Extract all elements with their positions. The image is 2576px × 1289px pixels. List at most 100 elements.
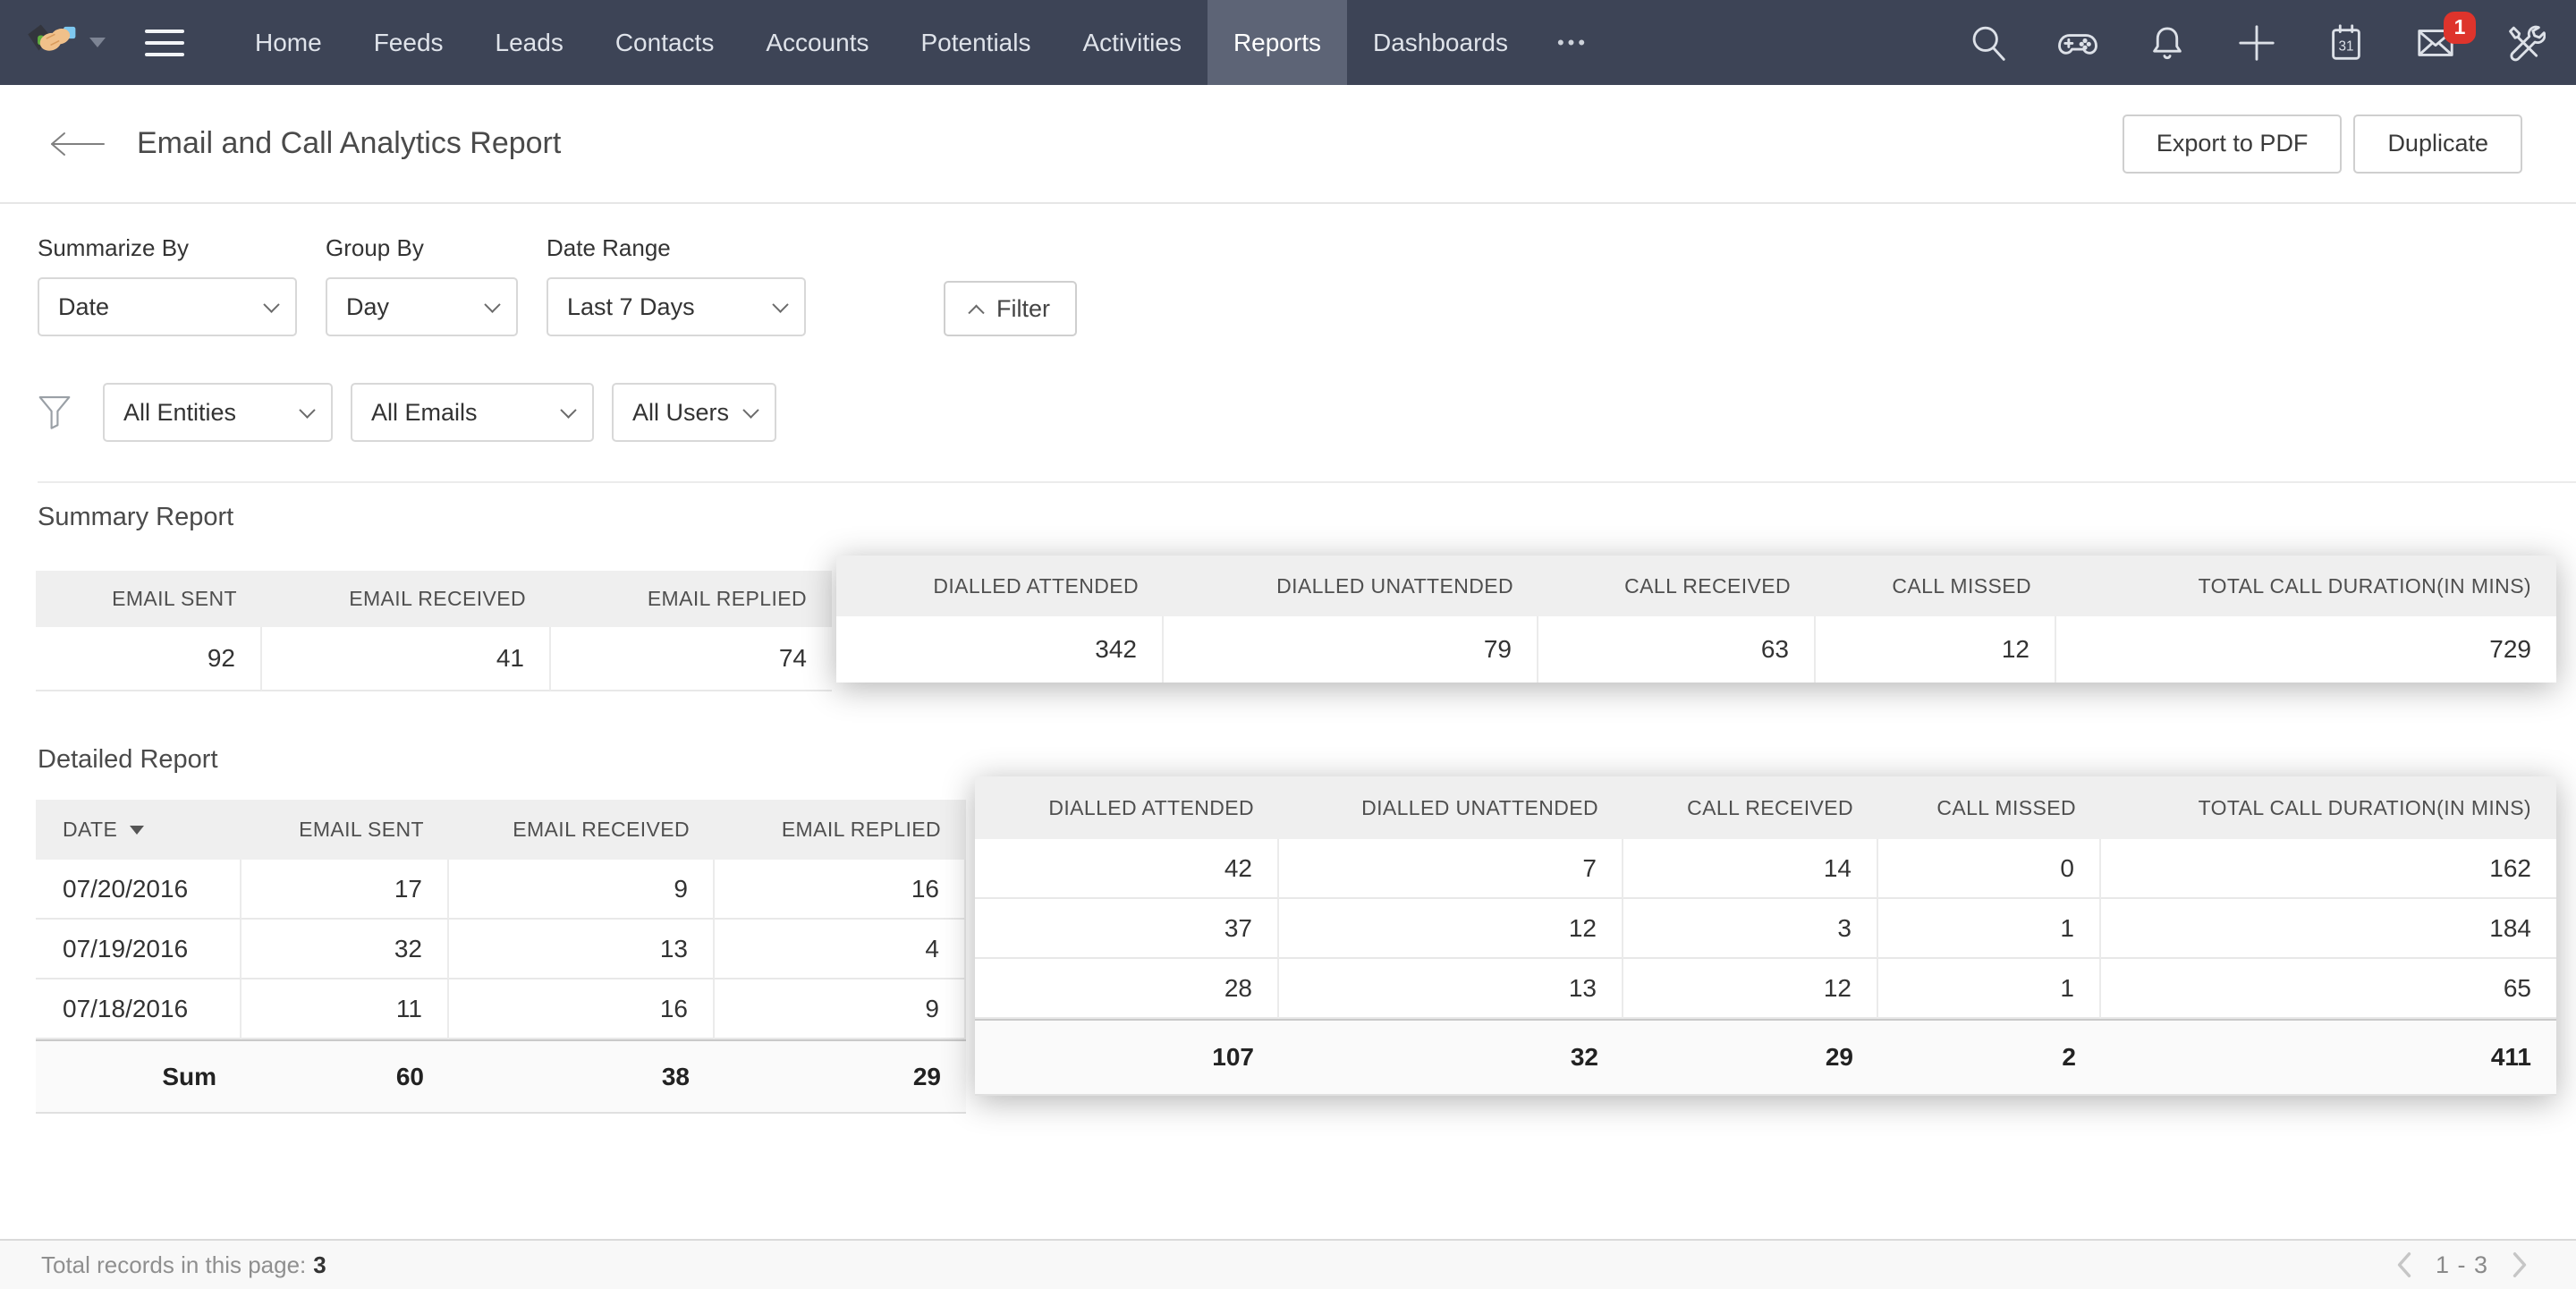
date-range-value: Last 7 Days [567,293,695,321]
column-header: TOTAL CALL DURATION(IN MINS) [2056,555,2556,616]
table-cell: 9 [715,979,966,1039]
users-filter-select[interactable]: All Users [612,383,776,442]
column-header: EMAIL REPLIED [551,571,832,627]
column-header: EMAIL REPLIED [715,800,966,860]
column-header: EMAIL SENT [36,571,262,627]
table-cell: 79 [1164,616,1538,683]
email-call-analytics-page: Home Feeds Leads Contacts Accounts Poten… [0,0,2576,1289]
filter-toggle-button[interactable]: Filter [944,281,1077,336]
sum-cell: 38 [449,1041,715,1114]
search-icon[interactable] [1968,22,2009,64]
sum-cell: 2 [1878,1021,2101,1096]
nav-item-leads[interactable]: Leads [470,0,589,85]
summary-report-section: Summary Report EMAIL SENT EMAIL RECEIVED… [0,503,2576,699]
pagination-next-icon[interactable] [2510,1251,2529,1278]
chevron-down-icon [299,402,315,418]
sum-cell: 32 [1279,1021,1623,1096]
group-by-select[interactable]: Day [326,277,518,336]
table-header-row: DIALLED ATTENDED DIALLED UNATTENDED CALL… [836,555,2556,616]
nav-item-potentials[interactable]: Potentials [895,0,1057,85]
mail-badge: 1 [2444,12,2476,44]
date-range-select[interactable]: Last 7 Days [547,277,806,336]
table-cell: 1 [1878,899,2101,959]
navbar-actions: 31 1 [1968,22,2546,64]
summary-call-table: DIALLED ATTENDED DIALLED UNATTENDED CALL… [836,555,2556,683]
setup-tools-icon[interactable] [2504,22,2546,64]
total-records-text: Total records in this page: [41,1251,306,1278]
table-cell: 0 [1878,839,2101,899]
back-arrow-icon[interactable] [49,131,106,157]
table-cell: 14 [1623,839,1878,899]
group-by-label: Group By [326,234,518,262]
app-logo[interactable] [27,17,106,69]
entities-filter-value: All Entities [123,399,236,427]
column-header: CALL MISSED [1878,776,2101,839]
table-cell: 65 [2101,959,2556,1019]
table-header-row: DATE EMAIL SENT EMAIL RECEIVED EMAIL REP… [36,800,966,860]
page-footer: Total records in this page:3 1 - 3 [0,1239,2576,1289]
emails-filter-select[interactable]: All Emails [351,383,594,442]
column-header: CALL MISSED [1816,555,2056,616]
summary-email-table: EMAIL SENT EMAIL RECEIVED EMAIL REPLIED … [36,571,832,691]
table-cell-date: 07/19/2016 [36,920,242,979]
detailed-email-table: DATE EMAIL SENT EMAIL RECEIVED EMAIL REP… [36,800,966,1114]
table-cell: 42 [975,839,1279,899]
column-header: DIALLED UNATTENDED [1164,555,1538,616]
column-header: EMAIL SENT [242,800,449,860]
nav-item-accounts[interactable]: Accounts [740,0,894,85]
date-range-label: Date Range [547,234,806,262]
pagination-prev-icon[interactable] [2394,1251,2414,1278]
table-row: 07/19/2016 32 13 4 [36,920,966,979]
nav-item-contacts[interactable]: Contacts [589,0,741,85]
summarize-by-label: Summarize By [38,234,297,262]
handshake-logo-icon [27,17,79,69]
table-row: 42 7 14 0 162 [975,839,2556,899]
table-cell: 13 [449,920,715,979]
nav-more-button[interactable]: ••• [1534,0,1612,85]
nav-item-dashboards[interactable]: Dashboards [1347,0,1534,85]
table-row: 342 79 63 12 729 [836,616,2556,683]
export-to-pdf-button[interactable]: Export to PDF [2123,114,2343,174]
table-cell: 16 [449,979,715,1039]
logo-caret-icon [89,38,106,47]
duplicate-button[interactable]: Duplicate [2353,114,2522,174]
detailed-report-section: Detailed Report DATE EMAIL SENT EMAIL RE… [0,745,2576,1117]
nav-item-home[interactable]: Home [229,0,348,85]
calendar-icon[interactable]: 31 [2326,22,2367,64]
sort-desc-icon [130,826,144,835]
gamepad-icon[interactable] [2057,22,2098,64]
add-plus-icon[interactable] [2236,22,2277,64]
table-cell: 13 [1279,959,1623,1019]
filter-button-label: Filter [996,295,1050,323]
table-cell-date: 07/20/2016 [36,860,242,920]
table-cell: 4 [715,920,966,979]
hamburger-menu-icon[interactable] [145,30,184,56]
table-cell: 342 [836,616,1164,683]
entities-filter-select[interactable]: All Entities [103,383,333,442]
date-header-label: DATE [63,818,117,842]
column-header: TOTAL CALL DURATION(IN MINS) [2101,776,2556,839]
section-divider [38,481,2576,483]
sum-label-cell: Sum [36,1041,242,1114]
notifications-bell-icon[interactable] [2147,22,2188,64]
sum-cell: 29 [1623,1021,1878,1096]
chevron-down-icon [484,296,500,312]
column-header-date-sort[interactable]: DATE [36,800,242,860]
mail-icon[interactable]: 1 [2415,22,2456,64]
page-title: Email and Call Analytics Report [137,126,561,161]
column-header: DIALLED ATTENDED [836,555,1164,616]
funnel-filter-icon [38,394,72,431]
column-header: DIALLED ATTENDED [975,776,1279,839]
sum-cell: 411 [2101,1021,2556,1096]
emails-filter-value: All Emails [371,399,478,427]
nav-item-feeds[interactable]: Feeds [348,0,470,85]
table-row: 28 13 12 1 65 [975,959,2556,1019]
summarize-by-select[interactable]: Date [38,277,297,336]
nav-item-reports[interactable]: Reports [1208,0,1347,85]
detailed-call-table: DIALLED ATTENDED DIALLED UNATTENDED CALL… [975,776,2556,1096]
table-sum-row: Sum 60 38 29 [36,1039,966,1114]
table-cell: 41 [262,627,551,691]
table-header-row: EMAIL SENT EMAIL RECEIVED EMAIL REPLIED [36,571,832,627]
column-header: CALL RECEIVED [1623,776,1878,839]
nav-item-activities[interactable]: Activities [1056,0,1207,85]
